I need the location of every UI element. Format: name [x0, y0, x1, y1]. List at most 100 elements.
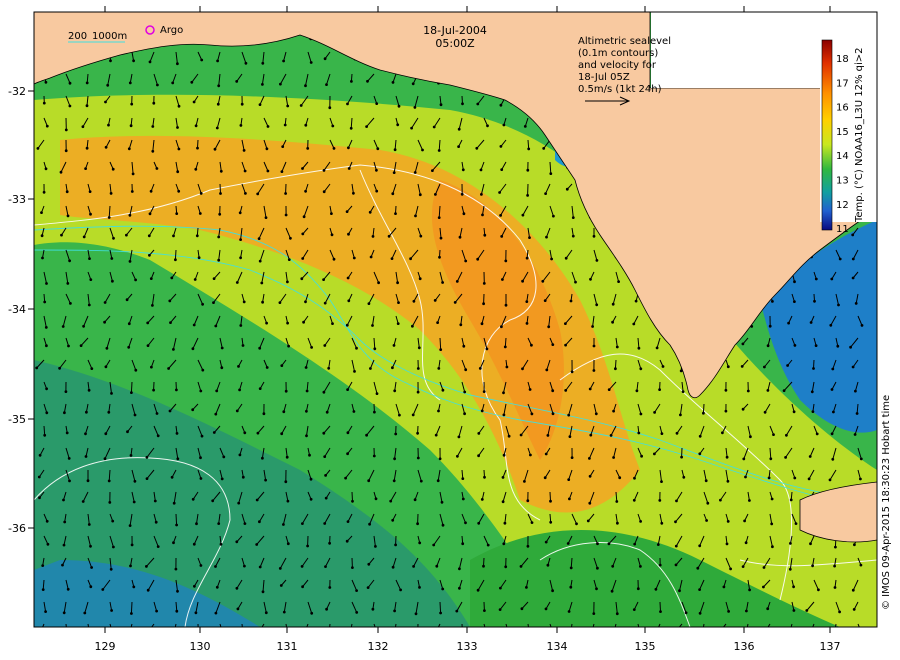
- argo-label: Argo: [160, 25, 183, 36]
- velocity-arrow-head: [346, 520, 350, 523]
- velocity-arrow-head: [191, 497, 195, 501]
- velocity-arrow-head: [133, 479, 137, 483]
- lon-tick-label: 135: [635, 640, 656, 653]
- velocity-arrow-head: [551, 412, 555, 416]
- velocity-arrow-head: [567, 610, 571, 613]
- velocity-arrow-head: [475, 146, 479, 150]
- velocity-arrow-head: [639, 520, 642, 523]
- velocity-arrow-head: [345, 539, 349, 543]
- lat-tick-label: -34: [8, 303, 26, 316]
- velocity-arrow-head: [150, 365, 153, 369]
- lat-tick-label: -36: [8, 522, 26, 535]
- velocity-arrow-head: [322, 431, 326, 435]
- velocity-arrow-head: [546, 434, 550, 437]
- velocity-arrow-head: [589, 277, 592, 281]
- velocity-arrow-head: [286, 499, 290, 503]
- velocity-arrow-head: [412, 299, 416, 303]
- velocity-arrow-head: [328, 633, 330, 635]
- velocity-arrow-head: [218, 212, 222, 216]
- velocity-arrow-head: [678, 589, 681, 593]
- velocity-arrow-head: [191, 408, 195, 412]
- velocity-arrow-head: [396, 322, 400, 326]
- velocity-arrow-head: [41, 564, 45, 567]
- velocity-arrow-head: [177, 189, 181, 193]
- velocity-arrow-head: [476, 102, 480, 106]
- velocity-arrow-head: [464, 368, 468, 372]
- velocity-arrow-head: [199, 389, 203, 393]
- velocity-arrow-head: [310, 611, 314, 615]
- velocity-arrow-head: [390, 257, 394, 261]
- velocity-arrow-head: [831, 457, 835, 461]
- lon-tick-label: 130: [190, 640, 211, 653]
- velocity-arrow-head: [323, 301, 327, 305]
- velocity-arrow-head: [306, 544, 310, 548]
- velocity-arrow-head: [569, 585, 573, 589]
- velocity-arrow-head: [674, 520, 677, 524]
- velocity-arrow-head: [682, 475, 686, 479]
- velocity-arrow-head: [45, 282, 48, 285]
- velocity-arrow-head: [63, 411, 66, 415]
- velocity-arrow-head: [814, 277, 818, 281]
- velocity-arrow-head: [499, 586, 502, 590]
- velocity-arrow-head: [103, 301, 107, 304]
- velocity-arrow-head: [331, 124, 335, 128]
- velocity-arrow-head: [851, 257, 855, 261]
- velocity-arrow-head: [104, 145, 108, 149]
- velocity-arrow-head: [285, 455, 289, 459]
- velocity-arrow-head: [639, 412, 643, 416]
- lat-tick-label: -33: [8, 193, 26, 206]
- velocity-arrow-head: [814, 344, 818, 348]
- velocity-arrow-head: [375, 189, 379, 193]
- velocity-arrow-head: [152, 388, 156, 392]
- annotation-line-3: and velocity for: [578, 60, 657, 71]
- velocity-arrow-head: [617, 280, 620, 284]
- velocity-arrow-head: [726, 520, 730, 523]
- velocity-arrow-head: [396, 281, 400, 285]
- velocity-arrow-head: [264, 478, 268, 482]
- velocity-arrow-head: [461, 102, 464, 106]
- velocity-arrow-head: [635, 389, 639, 393]
- velocity-arrow-head: [502, 542, 506, 546]
- annotation-line-1: Altimetric sealevel: [578, 36, 671, 47]
- velocity-arrow-head: [46, 542, 50, 546]
- velocity-arrow-head: [461, 168, 465, 172]
- velocity-arrow-head: [705, 519, 708, 522]
- velocity-arrow-head: [530, 343, 533, 347]
- velocity-arrow-head: [85, 146, 89, 150]
- colorbar-tick-label: 13: [836, 176, 849, 187]
- velocity-arrow-head: [284, 389, 288, 393]
- velocity-arrow-head: [65, 431, 69, 435]
- velocity-arrow-head: [223, 634, 225, 636]
- velocity-arrow-head: [478, 367, 482, 370]
- velocity-arrow-head: [486, 632, 488, 634]
- velocity-arrow-head: [61, 563, 64, 567]
- velocity-arrow-head: [393, 609, 397, 613]
- velocity-arrow-head: [152, 101, 156, 105]
- velocity-arrow-head: [215, 126, 219, 130]
- velocity-arrow-head: [43, 433, 47, 437]
- velocity-arrow-head: [545, 368, 549, 372]
- velocity-arrow-head: [280, 432, 284, 436]
- velocity-arrow-head: [112, 633, 114, 635]
- velocity-arrow-head: [87, 523, 91, 526]
- velocity-arrow-head: [242, 300, 246, 304]
- velocity-arrow-head: [201, 368, 205, 372]
- velocity-arrow-head: [238, 211, 242, 215]
- velocity-arrow-head: [201, 302, 205, 306]
- velocity-arrow-head: [309, 477, 313, 481]
- velocity-arrow-head: [544, 452, 548, 456]
- credit-text: © IMOS 09-Apr-2015 18:30:23 Hobart time: [881, 395, 892, 610]
- velocity-arrow-head: [550, 257, 553, 261]
- velocity-arrow-head: [194, 124, 198, 128]
- velocity-arrow-head: [392, 479, 396, 483]
- velocity-arrow-head: [42, 190, 46, 194]
- velocity-arrow-head: [575, 522, 578, 526]
- velocity-arrow-head: [674, 563, 678, 567]
- velocity-arrow-head: [566, 542, 570, 545]
- velocity-arrow-head: [609, 434, 613, 437]
- velocity-arrow-head: [104, 100, 107, 104]
- velocity-arrow-head: [551, 343, 555, 347]
- velocity-arrow-head: [86, 479, 90, 483]
- velocity-arrow-head: [636, 587, 640, 591]
- velocity-arrow-head: [749, 435, 752, 439]
